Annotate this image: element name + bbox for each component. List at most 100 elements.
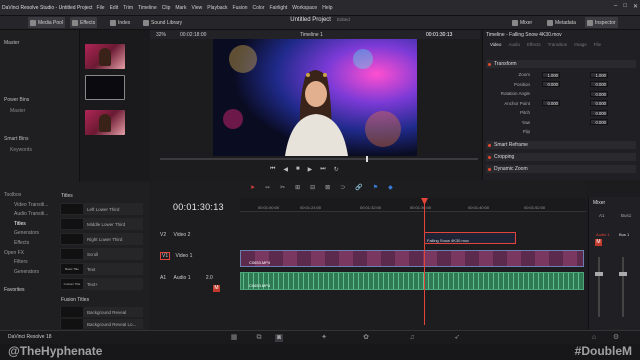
fader-bus1[interactable] [622,257,624,317]
flag-icon[interactable]: ⚑ [373,184,378,191]
inspector-tab-audio[interactable]: Audio [508,42,520,47]
menu-item-trim[interactable]: Trim [123,5,133,11]
title-item[interactable]: Scroll [60,248,143,260]
fader-knob-bus1[interactable] [619,272,627,276]
title-item[interactable]: Right Lower Third [60,233,143,245]
timeline-clip-v1[interactable]: C0653.MP4 [240,250,584,267]
play-icon[interactable]: ▶ [308,166,313,173]
color-page-icon[interactable]: ✿ [362,334,370,342]
cropping-section[interactable]: Cropping [486,153,636,161]
replace-icon[interactable]: ⊠ [325,184,330,191]
inspector-x-field[interactable]: 0.000 [542,100,560,106]
menu-item-playback[interactable]: Playback [207,5,227,11]
effects-tree-item[interactable]: Audio Transiti... [14,211,48,217]
settings-icon[interactable]: ⚙ [612,334,620,342]
timeline-clip-a1[interactable]: C0653.MP4 [240,272,584,290]
menu-item-color[interactable]: Color [253,5,265,11]
fusion-page-icon[interactable]: ✦ [320,334,328,342]
menu-item-view[interactable]: View [191,5,202,11]
fader-a1[interactable] [598,257,600,317]
effects-tree-item[interactable]: Generators [14,230,39,236]
fader-knob-a1[interactable] [595,272,603,276]
inspector-x-field[interactable]: 0.000 [542,81,560,87]
blade-tool-icon[interactable]: ✂ [280,184,285,191]
track-header-v2[interactable]: V2 Video 2 [160,232,238,238]
menu-item-file[interactable]: File [97,5,105,11]
effects-tree-item[interactable]: Open FX [4,250,24,256]
bin-master[interactable]: Master [4,40,19,46]
effects-tree-item[interactable]: Effects [14,240,29,246]
title-item[interactable]: Middle Lower Third [60,218,143,230]
inspector-y-field[interactable]: 0.000 [590,100,608,106]
menu-item-help[interactable]: Help [322,5,332,11]
edit-page-icon[interactable]: ⧈ [275,334,283,342]
effects-tree-item[interactable]: Generators [14,269,39,275]
mute-button-a1[interactable]: M [213,285,220,292]
menu-item-fairlight[interactable]: Fairlight [270,5,288,11]
inspector-y-field[interactable]: 1.000 [590,71,608,78]
smart-reframe-section[interactable]: Smart Reframe [486,141,636,149]
inspector-y-field[interactable]: 0.000 [590,90,608,97]
maximize-icon[interactable]: □ [623,3,627,10]
track-header-v1[interactable]: V1 Video 1 [160,252,238,260]
home-icon[interactable]: ⌂ [590,334,598,342]
scrubber-playhead[interactable] [366,156,368,162]
overwrite-icon[interactable]: ⊟ [310,184,315,191]
viewer-scrubber[interactable] [160,158,478,160]
trim-tool-icon[interactable]: ⇿ [265,184,270,191]
reverse-icon[interactable]: ◀ [283,166,288,173]
close-icon[interactable]: ✕ [633,3,638,10]
timeline-thumbnail[interactable] [85,110,125,135]
fairlight-page-icon[interactable]: ♫ [408,334,416,342]
inspector-x-field[interactable]: 1.000 [542,71,560,78]
title-item[interactable]: Basic Title Text [60,263,143,275]
inspector-y-field[interactable]: 0.000 [590,109,608,116]
menu-item-edit[interactable]: Edit [110,5,119,11]
zoom-level[interactable]: 32% [156,32,166,38]
smart-bin-keywords[interactable]: Keywords [10,147,32,153]
timeline-playhead[interactable] [424,200,425,325]
snapping-icon[interactable]: ⊃ [340,184,345,191]
title-item[interactable]: Left Lower Third [60,203,143,215]
inspector-tab-video[interactable]: Video [490,42,501,47]
fusion-title-item[interactable]: Background Reveal [60,307,143,317]
power-bin-master[interactable]: Master [10,108,25,114]
inspector-tab-effects[interactable]: Effects [527,42,541,47]
effects-tree-item[interactable]: Toolbox [4,192,21,198]
timeline-clip-v2[interactable]: Falling Snow 4K30.mov [424,232,516,244]
clip-thumbnail-c0653[interactable] [85,44,125,69]
marker-icon[interactable]: ◆ [388,184,393,191]
inspector-y-field[interactable]: 0.000 [590,81,608,87]
fusion-title-item[interactable]: Background Reveal Lo... [60,319,143,329]
title-item[interactable]: Custom Title Text+ [60,278,143,290]
menu-item-mark[interactable]: Mark [175,5,186,11]
menu-item-timeline[interactable]: Timeline [138,5,157,11]
minimize-icon[interactable]: – [614,3,617,10]
effects-tree-item[interactable]: Titles [14,221,26,227]
last-frame-icon[interactable]: ⏭ [320,166,325,173]
menu-item-clip[interactable]: Clip [162,5,171,11]
loop-icon[interactable]: ↻ [334,166,339,173]
menu-item-workspace[interactable]: Workspace [292,5,317,11]
viewer-timeline-name[interactable]: Timeline 1 [300,32,323,38]
media-page-icon[interactable]: ▦ [230,334,238,342]
track-header-a1[interactable]: A1 Audio 1 2.0 [160,275,238,281]
stop-icon[interactable]: ■ [296,166,300,173]
mixer-mute-button[interactable]: M [595,239,602,246]
effects-tree-item[interactable]: Filters [14,259,28,265]
cut-page-icon[interactable]: ⧉ [255,334,263,342]
dynamic-zoom-section[interactable]: Dynamic Zoom [486,165,636,173]
inspector-tab-file[interactable]: File [594,42,601,47]
deliver-page-icon[interactable]: ➶ [453,334,461,342]
link-icon[interactable]: 🔗 [355,184,362,191]
effects-tree-item[interactable]: Video Transiti... [14,202,48,208]
select-tool-icon[interactable]: ➤ [250,184,255,191]
clip-thumbnail-snow[interactable] [85,75,125,100]
insert-icon[interactable]: ⊞ [295,184,300,191]
inspector-y-field[interactable]: 0.000 [590,119,608,125]
inspector-tab-transition[interactable]: Transition [548,42,568,47]
transform-section[interactable]: Transform [486,60,636,68]
first-frame-icon[interactable]: ⏮ [270,166,275,173]
menu-item-fusion[interactable]: Fusion [233,5,248,11]
inspector-tab-image[interactable]: Image [574,42,587,47]
